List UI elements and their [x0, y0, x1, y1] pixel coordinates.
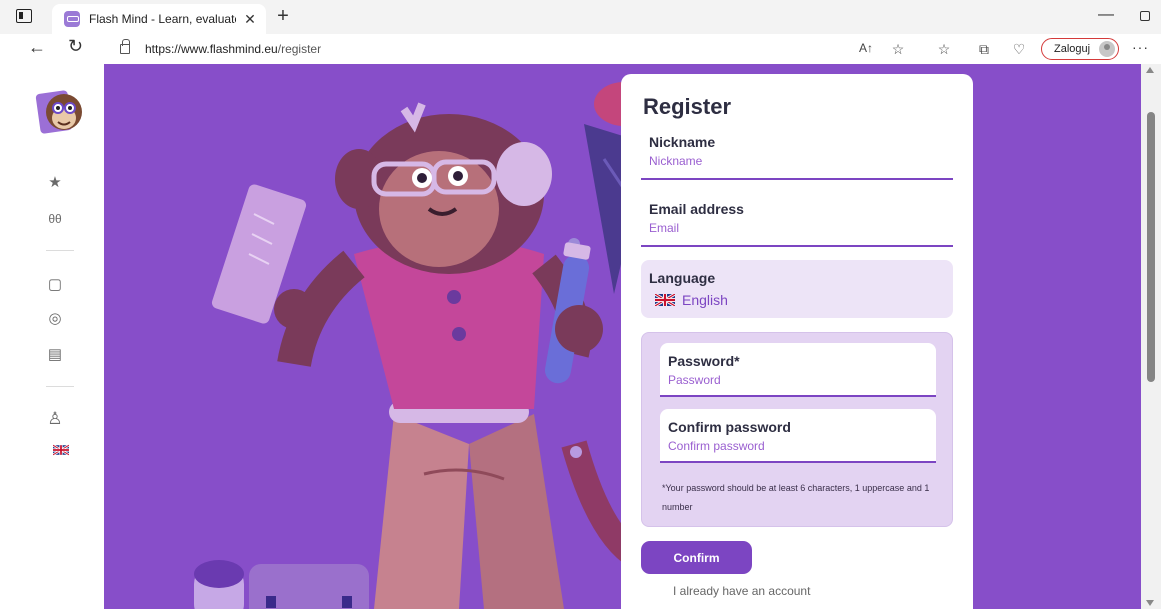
address-bar-row: ← ↻ https://www.flashmind.eu/register A↑…: [0, 34, 1161, 64]
nickname-field: Nickname: [641, 132, 953, 180]
uk-flag-icon[interactable]: [53, 444, 69, 456]
url-field[interactable]: https://www.flashmind.eu/register: [145, 42, 321, 56]
star-icon[interactable]: ★: [44, 172, 66, 194]
flashmind-logo[interactable]: [34, 86, 86, 138]
scroll-thumb[interactable]: [1147, 112, 1155, 382]
login-label: Zaloguj: [1054, 43, 1091, 55]
collections-icon[interactable]: ⧉: [975, 41, 993, 58]
flashmind-favicon-icon: [64, 11, 80, 27]
language-value: English: [682, 292, 728, 308]
language-label: Language: [649, 270, 716, 286]
password-field: Password*: [660, 343, 958, 397]
password-label: Password*: [668, 353, 740, 369]
confirm-password-field: Confirm password: [660, 409, 958, 463]
book-icon[interactable]: ▤: [44, 344, 66, 366]
tab-title: Flash Mind - Learn, evaluate and: [89, 12, 236, 26]
browser-tab-bar: Flash Mind - Learn, evaluate and ✕ + —: [0, 0, 1161, 34]
confirm-button[interactable]: Confirm: [641, 541, 752, 574]
lifebuoy-icon[interactable]: ◎: [44, 308, 66, 330]
back-icon[interactable]: ←: [28, 37, 46, 58]
document-icon[interactable]: ▢: [44, 274, 66, 296]
close-tab-icon[interactable]: ✕: [242, 11, 258, 28]
password-hint: *Your password should be at least 6 char…: [662, 483, 930, 512]
language-select[interactable]: English: [655, 292, 728, 308]
password-section: Password* Confirm password *Your passwor…: [641, 332, 958, 527]
restore-window-icon[interactable]: [1140, 11, 1150, 21]
language-field: Language English: [641, 260, 953, 318]
page-scrollbar[interactable]: [1141, 64, 1161, 609]
new-tab-icon[interactable]: +: [272, 5, 294, 27]
uk-flag-icon: [655, 294, 675, 306]
email-input[interactable]: [649, 221, 939, 235]
performance-icon[interactable]: ♡: [1010, 41, 1028, 58]
favorites-list-icon[interactable]: ☆: [935, 41, 953, 58]
nickname-input[interactable]: [649, 154, 939, 168]
tab-actions-icon[interactable]: [16, 9, 32, 23]
avatar: [1099, 41, 1115, 57]
nickname-label: Nickname: [649, 134, 716, 150]
scroll-down-icon[interactable]: [1146, 600, 1154, 606]
read-aloud-icon[interactable]: A↑: [857, 41, 875, 55]
favorite-star-icon[interactable]: ☆: [889, 41, 907, 58]
more-icon[interactable]: ···: [1132, 39, 1149, 55]
register-card: Register Nickname Email address Language…: [621, 74, 973, 609]
reload-icon[interactable]: ↻: [68, 36, 83, 57]
sidebar-divider: [46, 386, 74, 387]
binoculars-icon[interactable]: θθ: [44, 208, 66, 230]
password-input[interactable]: [668, 373, 958, 387]
page-title: Register: [643, 94, 732, 119]
page: ★ θθ ▢ ◎ ▤ ♙ Register Nickname Nickname …: [0, 64, 1161, 609]
email-label: Email address: [649, 201, 744, 217]
profile-login-button[interactable]: Zaloguj: [1041, 38, 1119, 60]
url-host: https://www.flashmind.eu: [145, 42, 278, 56]
lock-icon[interactable]: [120, 39, 130, 54]
url-path: /register: [277, 42, 322, 56]
sidebar-divider: [46, 250, 74, 251]
scroll-up-icon[interactable]: [1146, 67, 1154, 73]
login-link[interactable]: I already have an account: [673, 584, 810, 598]
user-icon[interactable]: ♙: [44, 408, 66, 430]
confirm-password-input[interactable]: [668, 439, 958, 453]
sidebar: ★ θθ ▢ ◎ ▤ ♙: [0, 64, 104, 609]
minimize-window-icon[interactable]: —: [1098, 6, 1114, 24]
confirm-password-label: Confirm password: [668, 419, 791, 435]
browser-tab-active[interactable]: Flash Mind - Learn, evaluate and ✕: [52, 4, 266, 34]
email-field: Email address: [641, 199, 953, 247]
